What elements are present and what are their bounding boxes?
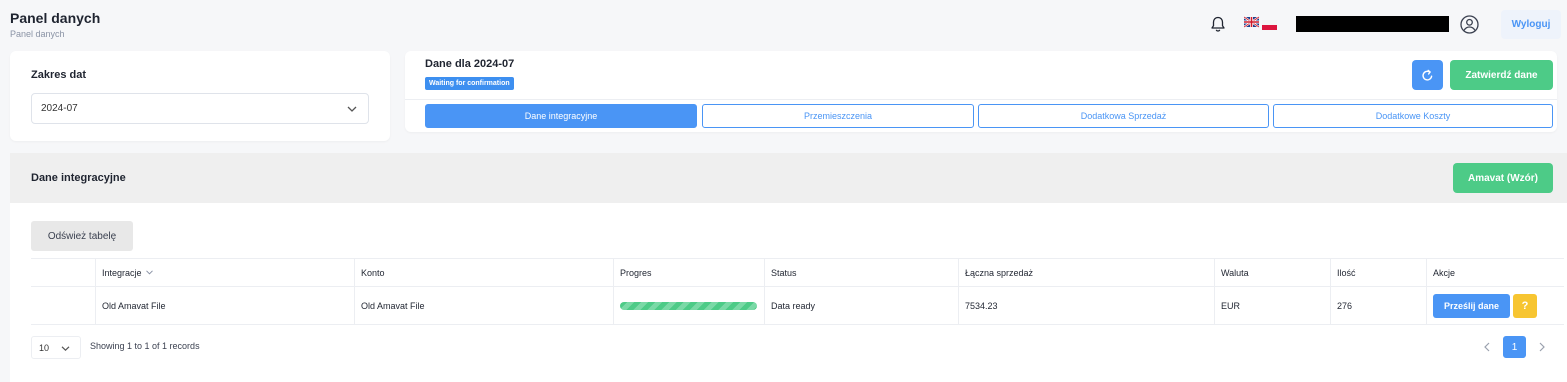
records-info: Showing 1 to 1 of 1 records <box>90 341 200 351</box>
column-header: Łączna sprzedaż <box>958 259 1214 286</box>
chevron-right-icon[interactable] <box>1537 341 1547 353</box>
actions-cell: Prześlij dane ? <box>1426 287 1564 324</box>
integration-data-section: Dane integracyjne Amavat (Wzór) Odśwież … <box>10 153 1567 382</box>
integration-cell: Old Amavat File <box>95 287 354 324</box>
column-header: Status <box>764 259 958 286</box>
amavat-template-button[interactable]: Amavat (Wzór) <box>1453 163 1553 193</box>
chevron-left-icon[interactable] <box>1482 341 1492 353</box>
total-sales-cell: 7534.23 <box>958 287 1214 324</box>
integrations-table: Integracje Konto Progres Status Łączna s… <box>31 258 1564 325</box>
tab-integration-data[interactable]: Dane integracyjne <box>425 104 697 128</box>
column-header: Konto <box>354 259 613 286</box>
pagination-page-1[interactable]: 1 <box>1503 336 1526 358</box>
section-header: Dane integracyjne Amavat (Wzór) <box>10 153 1567 203</box>
column-header-integrations[interactable]: Integracje <box>95 259 354 286</box>
breadcrumb: Panel danych <box>10 29 65 39</box>
chevron-down-icon <box>347 106 357 112</box>
tab-transfers[interactable]: Przemieszczenia <box>702 104 974 128</box>
sort-chevron-icon <box>145 270 153 275</box>
redacted-user-name <box>1296 16 1449 32</box>
tab-additional-sales[interactable]: Dodatkowa Sprzedaż <box>978 104 1269 128</box>
top-header: Panel danych Panel danych Wyloguj <box>0 0 1567 44</box>
date-range-select[interactable]: 2024-07 <box>31 93 369 124</box>
row-empty-cell <box>31 287 95 324</box>
reload-table-button[interactable]: Odśwież tabelę <box>31 221 133 251</box>
status-cell: Data ready <box>764 287 958 324</box>
date-range-value: 2024-07 <box>41 103 78 114</box>
table-header-row: Integracje Konto Progres Status Łączna s… <box>31 259 1564 287</box>
progress-bar <box>620 301 757 310</box>
refresh-button[interactable] <box>1412 60 1443 90</box>
status-badge: Waiting for confirmation <box>425 77 514 90</box>
table-row: Old Amavat File Old Amavat File Data rea… <box>31 287 1564 325</box>
page-size-value: 10 <box>39 343 50 353</box>
tab-additional-costs[interactable]: Dodatkowe Koszty <box>1273 104 1553 128</box>
quantity-cell: 276 <box>1330 287 1426 324</box>
column-header: Ilość <box>1330 259 1426 286</box>
confirm-data-button[interactable]: Zatwierdź dane <box>1450 60 1553 90</box>
section-title: Dane integracyjne <box>31 172 126 184</box>
currency-cell: EUR <box>1214 287 1330 324</box>
user-avatar-icon[interactable] <box>1460 15 1479 34</box>
chevron-down-icon <box>61 346 70 352</box>
send-data-button[interactable]: Prześlij dane <box>1433 293 1510 318</box>
data-period-card: Dane dla 2024-07 Waiting for confirmatio… <box>405 51 1557 132</box>
account-cell: Old Amavat File <box>354 287 613 324</box>
page-title: Panel danych <box>10 10 101 26</box>
column-header: Akcje <box>1426 259 1564 286</box>
column-header <box>31 259 95 286</box>
column-header: Progres <box>613 259 764 286</box>
date-range-card: Zakres dat 2024-07 <box>10 51 390 141</box>
data-period-title: Dane dla 2024-07 <box>425 58 515 70</box>
column-header: Waluta <box>1214 259 1330 286</box>
logout-button[interactable]: Wyloguj <box>1501 10 1561 39</box>
divider <box>405 99 1557 100</box>
date-range-label: Zakres dat <box>31 69 87 81</box>
page-size-select[interactable]: 10 <box>31 336 81 359</box>
column-header-label: Integracje <box>102 267 142 278</box>
refresh-icon <box>1422 69 1433 81</box>
progress-cell <box>613 287 764 324</box>
help-button[interactable]: ? <box>1513 293 1537 318</box>
bell-icon[interactable] <box>1210 16 1226 33</box>
language-flags-icon[interactable] <box>1244 16 1278 30</box>
